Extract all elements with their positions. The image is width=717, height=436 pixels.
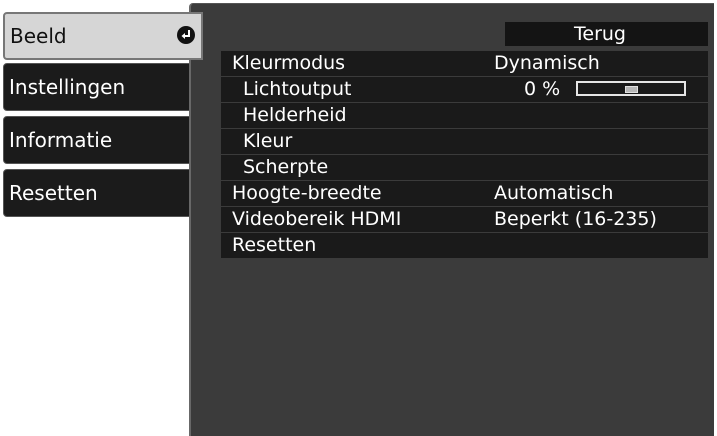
menu-item-value: Dynamisch (494, 52, 600, 74)
tab-instellingen-label: Instellingen (9, 75, 126, 99)
lichtoutput-slider[interactable] (576, 81, 686, 96)
menu-item-label: Scherpte (243, 156, 329, 178)
tab-beeld[interactable]: Beeld (3, 12, 203, 60)
back-button[interactable]: Terug (505, 22, 708, 46)
enter-icon (177, 26, 195, 44)
projector-menu-screen: Beeld Instellingen Informatie Resetten T… (0, 0, 717, 436)
menu-item-label: Kleur (243, 130, 293, 152)
menu-item-kleur[interactable]: Kleur (221, 129, 708, 154)
tab-resetten[interactable]: Resetten (3, 169, 199, 217)
menu-item-helderheid[interactable]: Helderheid (221, 103, 708, 128)
menu-item-resetten[interactable]: Resetten (221, 233, 708, 258)
menu-item-value: Automatisch (494, 182, 614, 204)
menu-item-lichtoutput[interactable]: Lichtoutput 0 % (221, 77, 708, 102)
menu-item-scherpte[interactable]: Scherpte (221, 155, 708, 180)
tab-informatie-label: Informatie (9, 128, 113, 152)
menu-item-label: Lichtoutput (243, 78, 352, 100)
tab-instellingen[interactable]: Instellingen (3, 63, 199, 111)
menu-item-label: Hoogte-breedte (232, 182, 382, 204)
beeld-menu: Kleurmodus Dynamisch Lichtoutput 0 % Hel… (221, 51, 708, 259)
menu-item-kleurmodus[interactable]: Kleurmodus Dynamisch (221, 51, 708, 76)
tab-resetten-label: Resetten (9, 181, 98, 205)
menu-item-label: Helderheid (243, 104, 347, 126)
menu-item-label: Videobereik HDMI (232, 208, 402, 230)
tab-beeld-label: Beeld (10, 24, 67, 48)
menu-item-label: Kleurmodus (232, 52, 346, 74)
tab-informatie[interactable]: Informatie (3, 116, 199, 164)
lichtoutput-value: 0 % (524, 78, 561, 100)
slider-thumb[interactable] (625, 86, 638, 93)
menu-item-value: Beperkt (16-235) (494, 208, 657, 230)
menu-item-hoogte-breedte[interactable]: Hoogte-breedte Automatisch (221, 181, 708, 206)
menu-item-videobereik-hdmi[interactable]: Videobereik HDMI Beperkt (16-235) (221, 207, 708, 232)
menu-item-label: Resetten (232, 234, 317, 256)
